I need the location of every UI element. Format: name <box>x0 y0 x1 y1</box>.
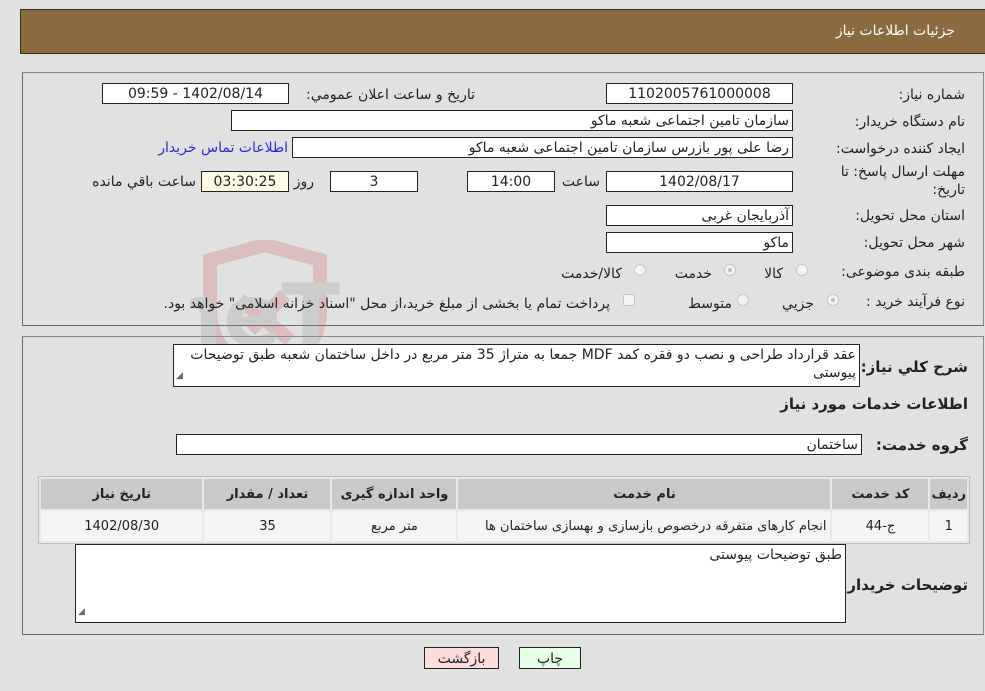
process-label: نوع فرآیند خرید : <box>866 294 965 310</box>
category-option-service: خدمت <box>674 266 712 282</box>
need-number-field: 1102005761000008 <box>606 83 793 104</box>
page-header: جزئیات اطلاعات نیاز <box>20 9 985 54</box>
print-button[interactable]: چاپ <box>519 647 581 669</box>
cell-row-number: 1 <box>930 511 967 541</box>
cell-unit: متر مربع <box>332 511 457 541</box>
city-label: شهر محل تحویل: <box>863 235 965 251</box>
process-radio-minor[interactable] <box>827 294 839 306</box>
table-header-row: رديف کد خدمت نام خدمت واحد اندازه گیری ت… <box>41 479 967 509</box>
page-title: جزئیات اطلاعات نیاز <box>835 23 955 39</box>
cell-service-name: انجام کارهای متفرقه درخصوص بازسازی و بهس… <box>458 511 831 541</box>
table-row: 1 ج-44 انجام کارهای متفرقه درخصوص بازساز… <box>41 511 967 541</box>
city-field: ماکو <box>606 232 793 253</box>
summary-textarea[interactable]: عقد قرارداد طراحی و نصب دو فقره کمد MDF … <box>173 344 860 387</box>
services-table: رديف کد خدمت نام خدمت واحد اندازه گیری ت… <box>38 476 970 544</box>
process-option-medium: متوسط <box>688 296 732 312</box>
cell-quantity: 35 <box>204 511 331 541</box>
summary-text: عقد قرارداد طراحی و نصب دو فقره کمد MDF … <box>190 347 856 381</box>
deadline-time-field: 14:00 <box>467 171 555 192</box>
buyer-org-field: سازمان تامین اجتماعی شعبه ماکو <box>231 110 793 131</box>
buyer-notes-text: طبق توضیحات پیوستی <box>709 547 842 563</box>
col-quantity: تعداد / مقدار <box>204 479 331 509</box>
deadline-time-label: ساعت <box>561 174 600 190</box>
process-option-minor: جزيي <box>782 296 814 312</box>
creator-field: رضا علی پور بازرس سازمان تامین اجتماعی ش… <box>292 137 793 158</box>
need-number-label: شماره نیاز: <box>898 87 966 103</box>
creator-label: ایجاد کننده درخواست: <box>836 141 965 157</box>
col-service-code: کد خدمت <box>832 479 929 509</box>
category-option-goods: کالا <box>764 266 783 282</box>
days-field: 3 <box>330 171 418 192</box>
col-service-name: نام خدمت <box>458 479 831 509</box>
category-label: طبقه بندی موضوعی: <box>841 264 965 280</box>
category-radio-goods-service[interactable] <box>634 264 646 276</box>
services-heading: اطلاعات خدمات مورد نياز <box>780 395 968 413</box>
treasury-note: پرداخت تمام یا بخشی از مبلغ خرید،از محل … <box>163 296 610 312</box>
deadline-label-1: مهلت ارسال پاسخ: تا <box>840 164 965 180</box>
deadline-date-field: 1402/08/17 <box>606 171 793 192</box>
deadline-label-2: تاریخ: <box>932 182 965 198</box>
treasury-checkbox[interactable] <box>623 294 635 306</box>
category-option-goods-service: کالا/خدمت <box>561 266 622 282</box>
announce-label: تاریخ و ساعت اعلان عمومي: <box>306 87 475 103</box>
buyer-contact-link[interactable]: اطلاعات تماس خریدار <box>158 140 288 156</box>
col-need-date: تاریخ نیاز <box>41 479 203 509</box>
buyer-notes-textarea[interactable]: طبق توضیحات پیوستی ◢ <box>75 544 846 623</box>
process-radio-medium[interactable] <box>737 294 749 306</box>
resize-grip-icon[interactable]: ◢ <box>176 367 183 385</box>
col-unit: واحد اندازه گیری <box>332 479 457 509</box>
summary-label: شرح کلي نياز: <box>860 358 968 376</box>
back-button[interactable]: بازگشت <box>424 647 499 669</box>
category-radio-goods[interactable] <box>796 264 808 276</box>
col-row-number: رديف <box>930 479 967 509</box>
cell-need-date: 1402/08/30 <box>41 511 203 541</box>
remaining-time-field: 03:30:25 <box>201 171 289 192</box>
category-radio-service[interactable] <box>724 264 736 276</box>
province-label: استان محل تحویل: <box>855 208 965 224</box>
resize-grip-icon[interactable]: ◢ <box>78 603 85 621</box>
service-group-field: ساختمان <box>176 434 862 455</box>
province-field: آذربایجان غربی <box>606 205 793 226</box>
remaining-label: ساعت باقي مانده <box>92 174 196 190</box>
announce-field: 1402/08/14 - 09:59 <box>102 83 289 104</box>
service-group-label: گروه خدمت: <box>875 436 968 454</box>
cell-service-code: ج-44 <box>832 511 929 541</box>
buyer-org-label: نام دستگاه خریدار: <box>854 114 965 130</box>
buyer-notes-label: توضیحات خریدار: <box>841 576 968 594</box>
